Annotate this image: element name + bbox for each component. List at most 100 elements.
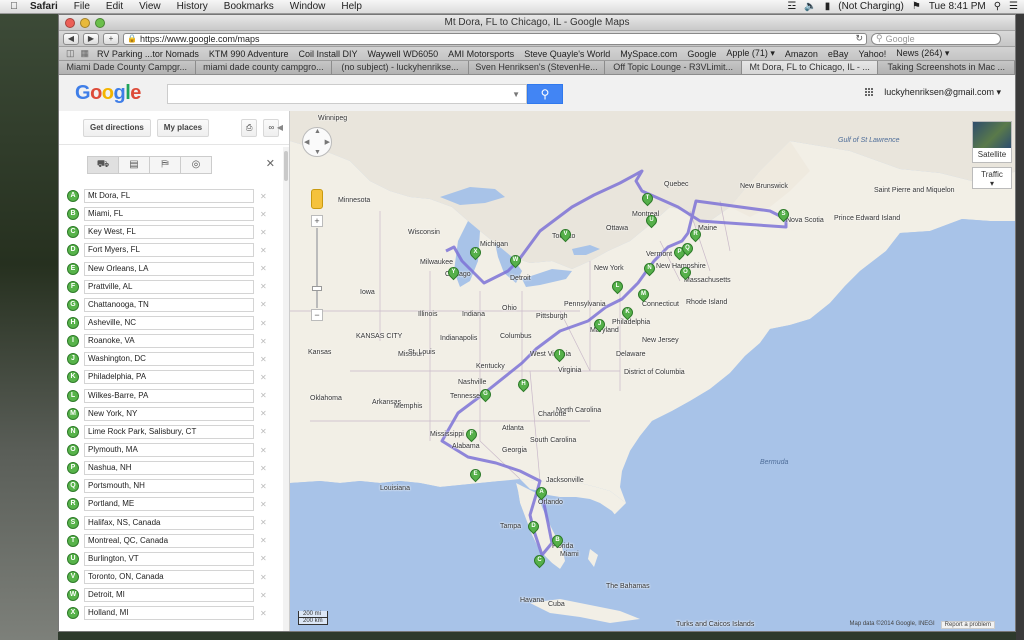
stop-marker-icon[interactable]: H <box>67 317 79 330</box>
browser-tab[interactable]: Taking Screenshots in Mac ... <box>878 61 1015 74</box>
remove-stop-icon[interactable]: ✕ <box>260 264 267 273</box>
stop-marker-icon[interactable]: M <box>67 407 79 420</box>
stop-input[interactable]: Chattanooga, TN <box>84 297 254 312</box>
stop-marker-icon[interactable]: D <box>67 244 79 257</box>
satellite-button[interactable]: Satellite <box>972 121 1012 163</box>
stop-marker-icon[interactable]: A <box>67 190 79 203</box>
stop-marker-icon[interactable]: U <box>67 552 79 565</box>
stop-marker-icon[interactable]: G <box>67 298 79 311</box>
panel-scrollbar[interactable] <box>283 147 289 631</box>
transit-icon[interactable]: ▤ <box>118 156 150 174</box>
stop-marker-icon[interactable]: S <box>67 516 79 529</box>
browser-tab[interactable]: Off Topic Lounge - R3VLimit... <box>605 61 742 74</box>
remove-stop-icon[interactable]: ✕ <box>260 228 267 237</box>
maps-search-button[interactable]: ⚲ <box>527 83 563 104</box>
bookmark-item[interactable]: AMI Motorsports <box>443 49 519 59</box>
zoom-in-button[interactable]: + <box>311 215 323 227</box>
battery-icon[interactable]: ▮ <box>825 1 831 12</box>
remove-stop-icon[interactable]: ✕ <box>260 246 267 255</box>
stop-marker-icon[interactable]: I <box>67 335 79 348</box>
zoom-slider-thumb[interactable] <box>312 286 322 291</box>
bicycle-icon[interactable]: ◎ <box>180 156 212 174</box>
remove-stop-icon[interactable]: ✕ <box>260 500 267 509</box>
pan-up-icon[interactable]: ▲ <box>314 128 321 135</box>
browser-tab-active[interactable]: Mt Dora, FL to Chicago, IL - ... <box>741 61 879 74</box>
stop-marker-icon[interactable]: R <box>67 498 79 511</box>
report-problem-link[interactable]: Report a problem <box>940 621 995 629</box>
window-titlebar[interactable]: Mt Dora, FL to Chicago, IL - Google Maps <box>59 15 1015 31</box>
apple-icon[interactable]:  <box>6 1 22 12</box>
menu-history[interactable]: History <box>169 1 216 12</box>
stop-marker-icon[interactable]: K <box>67 371 79 384</box>
remove-stop-icon[interactable]: ✕ <box>260 300 267 309</box>
stop-marker-icon[interactable]: F <box>67 280 79 293</box>
stop-marker-icon[interactable]: N <box>67 425 79 438</box>
remove-stop-icon[interactable]: ✕ <box>260 337 267 346</box>
remove-stop-icon[interactable]: ✕ <box>260 573 267 582</box>
bookmark-item[interactable]: Steve Quayle's World <box>519 49 615 59</box>
bookmark-item[interactable]: News (264) ▾ <box>891 48 954 59</box>
browser-tab[interactable]: (no subject) - luckyhenrikse... <box>332 61 469 74</box>
map-canvas[interactable]: Winnipeg Minnesota Wisconsin Milwaukee Michi… <box>290 111 1015 631</box>
stop-input[interactable]: Portsmouth, NH <box>84 479 254 494</box>
stop-input[interactable]: Holland, MI <box>84 606 254 621</box>
bookmark-item[interactable]: KTM 990 Adventure <box>204 49 294 59</box>
menu-view[interactable]: View <box>131 1 169 12</box>
stop-input[interactable]: Plymouth, MA <box>84 443 254 458</box>
car-icon[interactable]: ⛟ <box>87 156 119 174</box>
forward-button[interactable]: ▶ <box>83 32 99 45</box>
stop-input[interactable]: Roanoke, VA <box>84 334 254 349</box>
remove-stop-icon[interactable]: ✕ <box>260 464 267 473</box>
menu-app[interactable]: Safari <box>22 1 66 12</box>
stop-input[interactable]: Fort Myers, FL <box>84 243 254 258</box>
stop-marker-icon[interactable]: J <box>67 353 79 366</box>
flag-icon[interactable]: ⚑ <box>912 1 921 12</box>
stop-marker-icon[interactable]: O <box>67 444 79 457</box>
stop-marker-icon[interactable]: E <box>67 262 79 275</box>
wifi-icon[interactable]: ☲ <box>787 1 796 12</box>
bookmark-item[interactable]: Google <box>682 49 721 59</box>
street-view-pegman-icon[interactable] <box>311 189 323 209</box>
remove-stop-icon[interactable]: ✕ <box>260 210 267 219</box>
bookmark-item[interactable]: Waywell WD6050 <box>362 49 443 59</box>
bookmark-item[interactable]: Amazon <box>780 49 823 59</box>
remove-stop-icon[interactable]: ✕ <box>260 554 267 563</box>
my-places-button[interactable]: My places <box>156 118 210 137</box>
remove-stop-icon[interactable]: ✕ <box>260 536 267 545</box>
apps-grid-icon[interactable] <box>865 88 874 97</box>
stop-marker-icon[interactable]: C <box>67 226 79 239</box>
remove-stop-icon[interactable]: ✕ <box>260 591 267 600</box>
stop-input[interactable]: New York, NY <box>84 406 254 421</box>
stop-input[interactable]: Detroit, MI <box>84 588 254 603</box>
remove-stop-icon[interactable]: ✕ <box>260 446 267 455</box>
bookmark-item[interactable]: Apple (71) ▾ <box>721 48 780 59</box>
address-bar[interactable]: 🔒 https://www.google.com/maps ↻ <box>123 32 867 45</box>
menu-window[interactable]: Window <box>282 1 334 12</box>
dropdown-arrow-icon[interactable]: ▼ <box>512 90 520 99</box>
stop-input[interactable]: Montreal, QC, Canada <box>84 533 254 548</box>
stop-input[interactable]: Washington, DC <box>84 352 254 367</box>
battery-status[interactable]: (Not Charging) <box>838 1 904 12</box>
remove-stop-icon[interactable]: ✕ <box>260 282 267 291</box>
stop-input[interactable]: Mt Dora, FL <box>84 189 254 204</box>
back-button[interactable]: ◀ <box>63 32 79 45</box>
remove-stop-icon[interactable]: ✕ <box>260 427 267 436</box>
reading-list-icon[interactable]: ◫ <box>63 48 78 59</box>
browser-tab[interactable]: Miami Dade County Campgr... <box>59 61 196 74</box>
zoom-slider[interactable] <box>312 228 322 308</box>
close-icon[interactable]: ✕ <box>266 157 275 170</box>
pan-control[interactable]: ▲ ▼ ◀ ▶ <box>302 127 332 157</box>
maps-search-input[interactable]: ▼ <box>167 83 527 104</box>
pan-right-icon[interactable]: ▶ <box>325 138 330 146</box>
menu-help[interactable]: Help <box>333 1 370 12</box>
browser-tab[interactable]: Sven Henriksen's (StevenHe... <box>468 61 606 74</box>
list-icon[interactable]: ☰ <box>1009 1 1018 12</box>
stop-input[interactable]: Wilkes-Barre, PA <box>84 388 254 403</box>
stop-input[interactable]: Philadelphia, PA <box>84 370 254 385</box>
zoom-out-button[interactable]: − <box>311 309 323 321</box>
stop-marker-icon[interactable]: B <box>67 208 79 221</box>
stop-input[interactable]: Burlington, VT <box>84 551 254 566</box>
stop-input[interactable]: Toronto, ON, Canada <box>84 570 254 585</box>
stop-marker-icon[interactable]: P <box>67 462 79 475</box>
stop-input[interactable]: Miami, FL <box>84 207 254 222</box>
